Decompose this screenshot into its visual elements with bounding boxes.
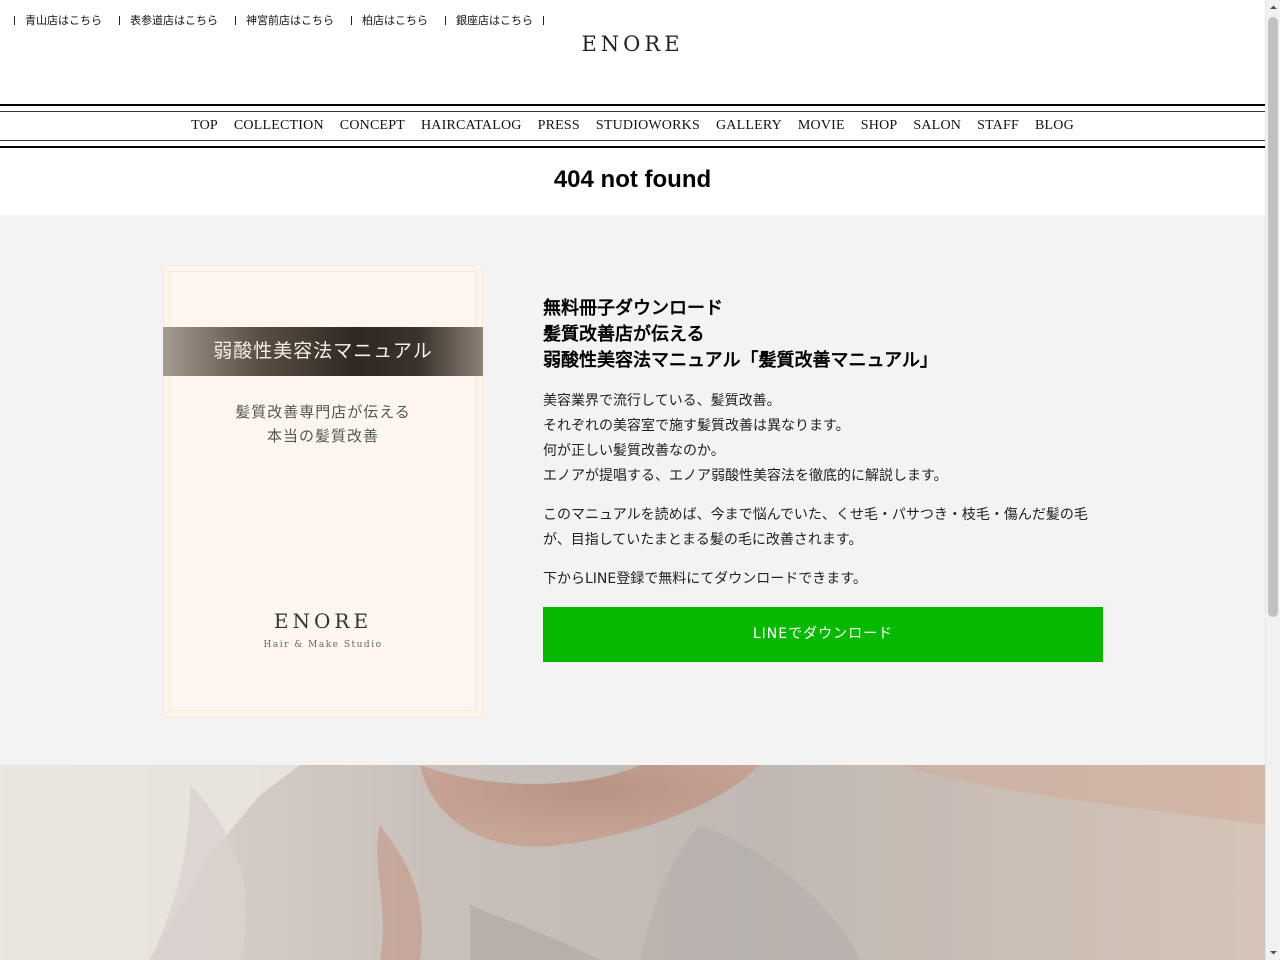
nav-item-press[interactable]: PRESS [538, 118, 580, 134]
cover-tagline: Hair & Make Studio [263, 640, 383, 650]
promo-paragraph: 美容業界で流行している、髪質改善。 それぞれの美容室で施す髪質改善は異なります。… [543, 389, 1103, 489]
divider [445, 15, 446, 25]
page: 青山店はこちら 表参道店はこちら 神宮前店はこちら 柏店はこちら 銀座店はこちら… [0, 0, 1265, 960]
hero-photo [0, 765, 1265, 960]
nav-list: TOP COLLECTION CONCEPT HAIRCATALOG PRESS… [0, 112, 1265, 140]
divider [0, 146, 1265, 148]
scroll-up-arrow-icon[interactable] [1266, 0, 1280, 15]
divider [0, 104, 1265, 106]
nav-item-concept[interactable]: CONCEPT [340, 118, 405, 134]
promo-heading-line: 弱酸性美容法マニュアル「髪質改善マニュアル」 [543, 350, 938, 371]
page-title: 404 not found [553, 166, 712, 193]
cover-title: 弱酸性美容法マニュアル [213, 340, 433, 362]
nav-item-salon[interactable]: SALON [913, 118, 961, 134]
promo-heading: 無料冊子ダウンロード 髪質改善店が伝える 弱酸性美容法マニュアル「髪質改善マニュ… [543, 296, 1103, 374]
promo-paragraph: 下からLINE登録で無料にてダウンロードできます。 [543, 571, 867, 587]
manual-cover-image: 弱酸性美容法マニュアル 髪質改善専門店が伝える 本当の髪質改善 ENORE Ha… [163, 265, 483, 717]
nav-item-top[interactable]: TOP [191, 118, 218, 134]
nav-item-staff[interactable]: STAFF [977, 118, 1019, 134]
nav-item-gallery[interactable]: GALLERY [716, 118, 782, 134]
promo-heading-line: 髪質改善店が伝える [543, 324, 705, 345]
nav-item-haircatalog[interactable]: HAIRCATALOG [421, 118, 522, 134]
divider [14, 15, 15, 25]
promo-paragraph: このマニュアルを読めば、今まで悩んでいた、くせ毛・パサつき・枝毛・傷んだ髪の毛 … [543, 503, 1103, 553]
store-link-ginza[interactable]: 銀座店はこちら [450, 12, 539, 28]
nav-item-blog[interactable]: BLOG [1035, 118, 1074, 134]
cover-subtitle-line: 髪質改善専門店が伝える [235, 403, 411, 421]
store-links: 青山店はこちら 表参道店はこちら 神宮前店はこちら 柏店はこちら 銀座店はこちら [10, 12, 548, 28]
nav-item-studioworks[interactable]: STUDIOWORKS [596, 118, 700, 134]
promo-text-line: 美容業界で流行している、髪質改善。 [543, 393, 781, 409]
divider [543, 15, 544, 25]
cover-logo: ENORE [273, 609, 373, 633]
cover-subtitle: 髪質改善専門店が伝える 本当の髪質改善 [163, 400, 483, 448]
cover-subtitle-line: 本当の髪質改善 [266, 427, 379, 445]
promo-text-line: が、目指していたまとまる髪の毛に改善されます。 [543, 532, 863, 548]
vertical-scrollbar[interactable] [1265, 0, 1280, 960]
promo-text-line: このマニュアルを読めば、今まで悩んでいた、くせ毛・パサつき・枝毛・傷んだ髪の毛 [543, 507, 1088, 523]
promo-text-line: 何が正しい髪質改善なのか。 [543, 443, 725, 459]
divider [0, 140, 1265, 141]
store-link-omotesando[interactable]: 表参道店はこちら [124, 12, 224, 28]
scrollbar-thumb[interactable] [1268, 17, 1278, 617]
divider [235, 15, 236, 25]
main-nav: TOP COLLECTION CONCEPT HAIRCATALOG PRESS… [0, 104, 1265, 148]
promo-copy: 無料冊子ダウンロード 髪質改善店が伝える 弱酸性美容法マニュアル「髪質改善マニュ… [543, 296, 1103, 592]
promo-text-line: それぞれの美容室で施す髪質改善は異なります。 [543, 418, 850, 434]
promo-heading-line: 無料冊子ダウンロード [543, 298, 723, 319]
promo-text-line: エノアが提唱する、エノア弱酸性美容法を徹底的に解説します。 [543, 468, 948, 484]
store-link-jingumae[interactable]: 神宮前店はこちら [240, 12, 340, 28]
site-logo[interactable]: ENORE [0, 32, 1265, 56]
nav-item-collection[interactable]: COLLECTION [234, 118, 324, 134]
store-link-kashiwa[interactable]: 柏店はこちら [356, 12, 434, 28]
line-download-button[interactable]: LINEでダウンロード [543, 607, 1103, 662]
hero-photo-graphic [0, 765, 1265, 960]
divider [119, 15, 120, 25]
nav-item-movie[interactable]: MOVIE [798, 118, 845, 134]
store-link-aoyama[interactable]: 青山店はこちら [19, 12, 108, 28]
divider [351, 15, 352, 25]
manual-promo-section: 弱酸性美容法マニュアル 髪質改善専門店が伝える 本当の髪質改善 ENORE Ha… [0, 215, 1265, 765]
scroll-down-arrow-icon[interactable] [1266, 945, 1280, 960]
nav-item-shop[interactable]: SHOP [861, 118, 898, 134]
